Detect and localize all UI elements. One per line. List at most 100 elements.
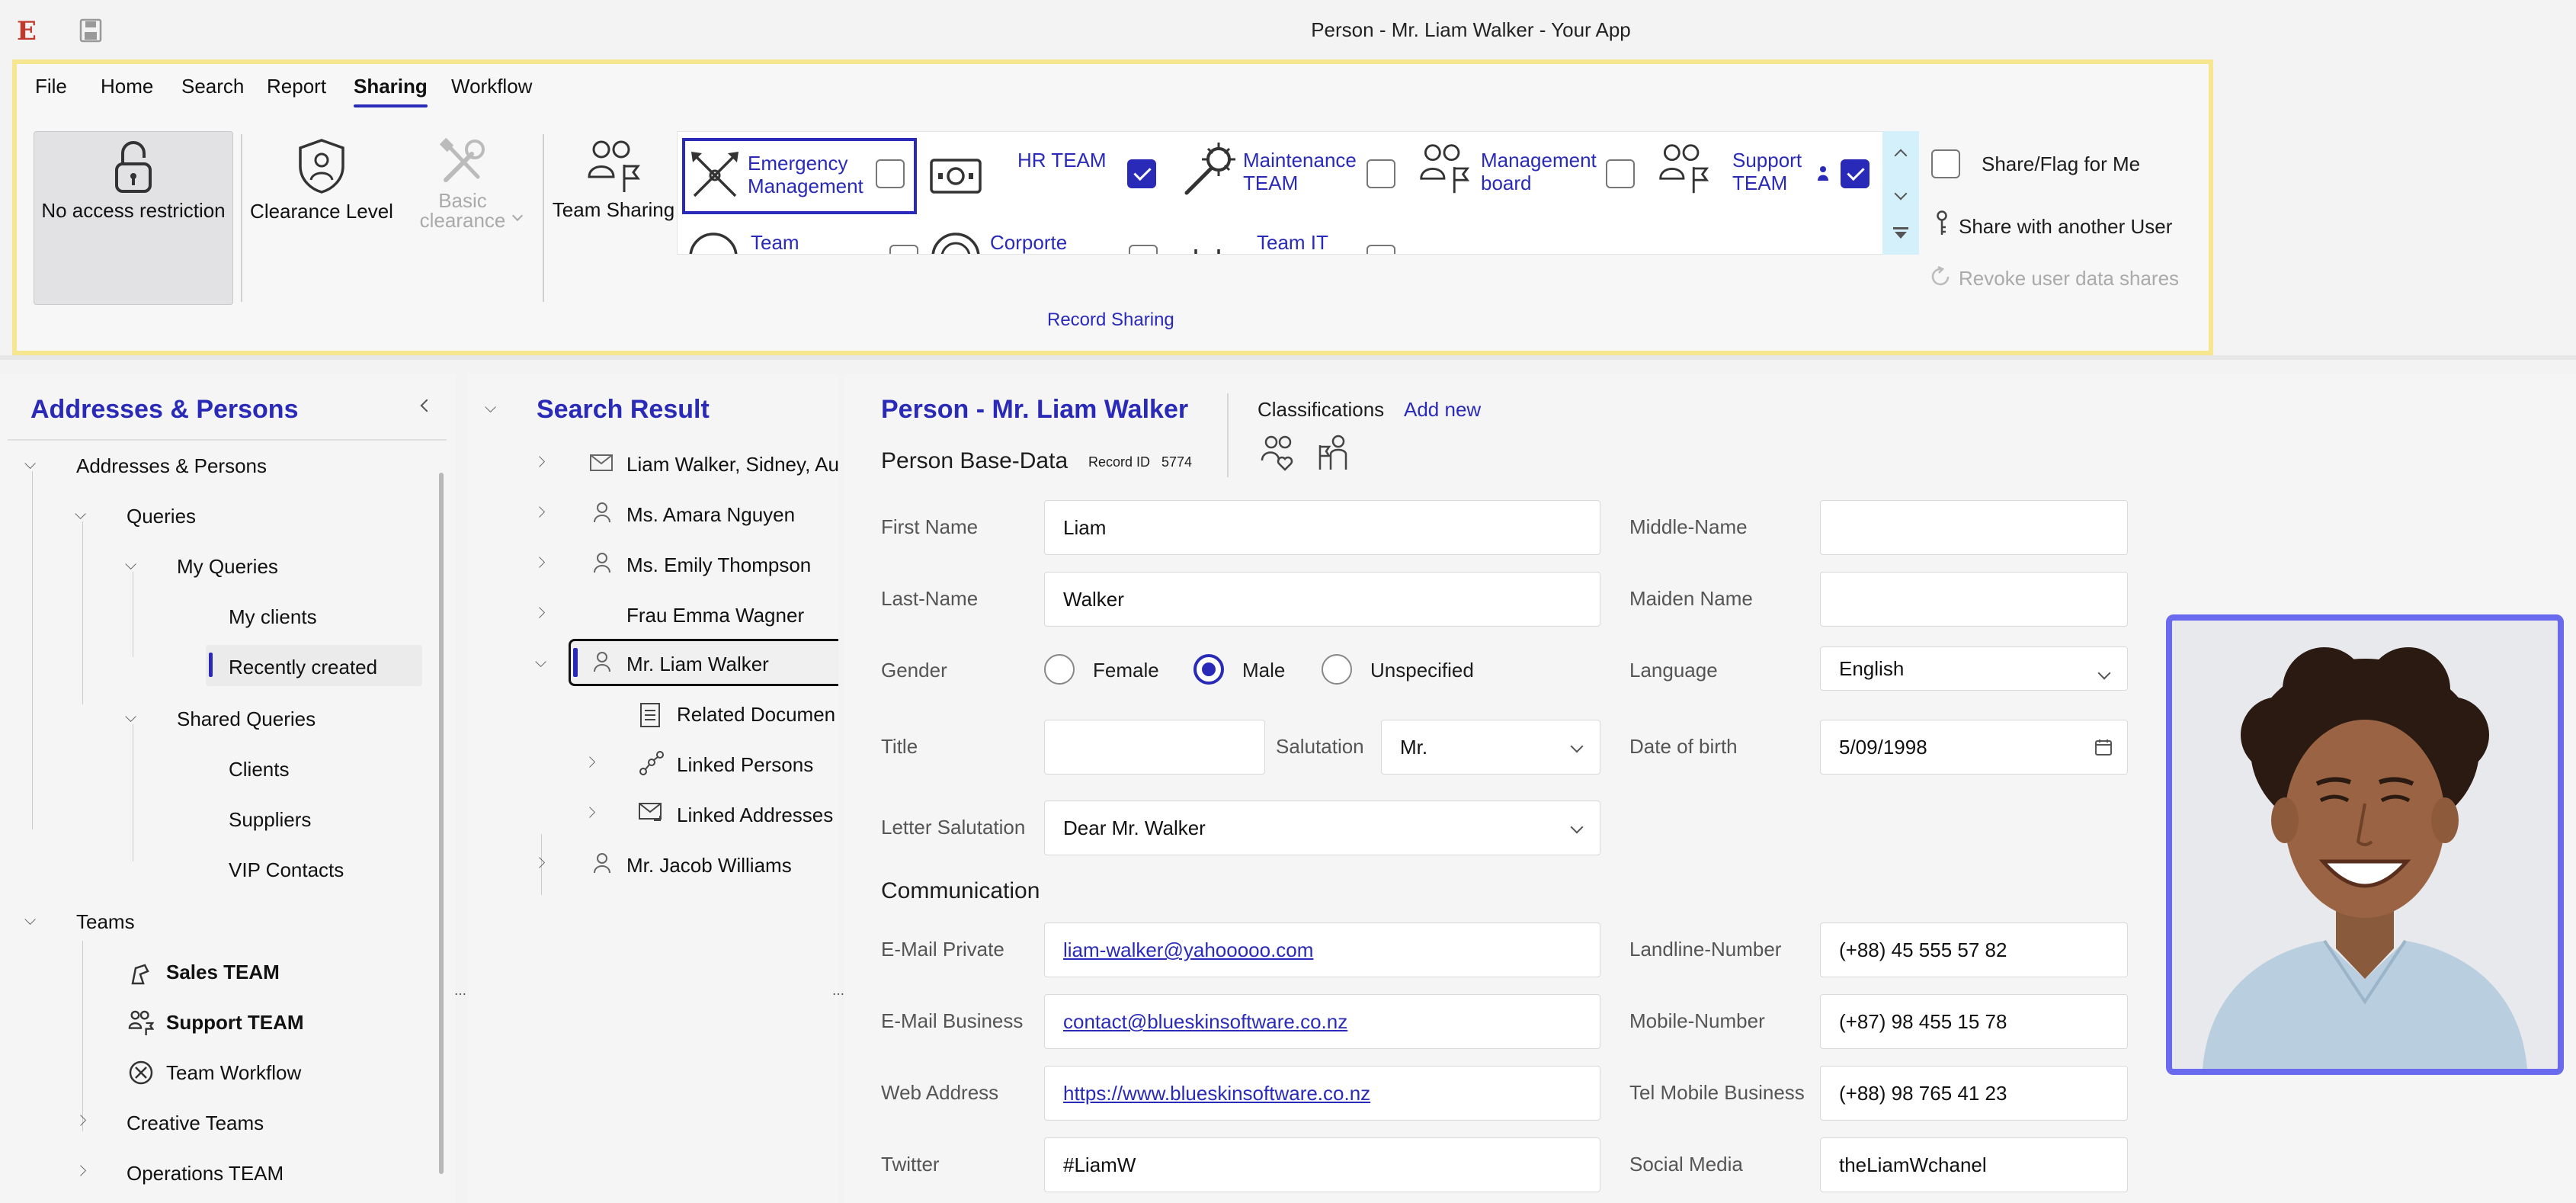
result-emily-thompson[interactable]: Ms. Emily Thompson <box>626 553 811 577</box>
gender-unspecified-radio[interactable] <box>1322 654 1352 685</box>
expand-chevron-icon[interactable]: ⌵ <box>125 709 136 727</box>
splitter-handle-icon[interactable]: ⋯ <box>832 986 844 1002</box>
basic-clearance-dropdown[interactable]: Basic clearance <box>398 137 527 230</box>
tree-creative-teams[interactable]: Creative Teams <box>127 1112 264 1135</box>
revoke-shares-button[interactable]: Revoke user data shares <box>1959 267 2179 290</box>
tree-shared-queries[interactable]: Shared Queries <box>177 707 316 731</box>
collapsed-chevron-icon[interactable]: ⌵ <box>532 557 549 568</box>
team-row2-checkbox[interactable] <box>889 245 918 254</box>
result-jacob-williams[interactable]: Mr. Jacob Williams <box>626 854 792 877</box>
tree-guide-line <box>82 521 83 704</box>
no-access-restriction-button[interactable]: No access restriction <box>34 131 233 305</box>
first-name-field[interactable]: Liam <box>1044 500 1600 555</box>
tree-recently-created[interactable]: Recently created <box>229 656 377 679</box>
expand-chevron-icon[interactable]: ⌵ <box>24 912 36 929</box>
menu-search[interactable]: Search <box>181 75 244 98</box>
result-liam-walker-address[interactable]: Liam Walker, Sidney, Au <box>626 453 838 476</box>
result-linked-persons[interactable]: Linked Persons <box>677 753 813 777</box>
middle-name-label: Middle-Name <box>1629 515 1748 538</box>
team-hr-checkbox[interactable] <box>1127 159 1156 188</box>
menu-workflow[interactable]: Workflow <box>451 75 532 98</box>
expand-chevron-icon[interactable]: ⌵ <box>75 506 86 524</box>
result-amara-nguyen[interactable]: Ms. Amara Nguyen <box>626 503 795 527</box>
splitter-handle-icon[interactable]: ⋯ <box>454 986 466 1002</box>
scroll-down-icon[interactable] <box>1894 187 1908 200</box>
gender-female-radio[interactable] <box>1044 654 1075 685</box>
team-sharing-button[interactable]: Team Sharing <box>549 137 678 222</box>
person-photo[interactable] <box>2166 614 2564 1075</box>
tree-sales-team[interactable]: Sales TEAM <box>166 961 280 984</box>
email-private-field[interactable]: liam-walker@yahooooo.com <box>1044 922 1600 977</box>
wrench-gear-icon <box>1181 140 1235 197</box>
menu-file[interactable]: File <box>35 75 67 98</box>
tree-team-workflow[interactable]: Team Workflow <box>166 1061 301 1085</box>
team-support-checkbox[interactable] <box>1841 159 1870 188</box>
collapsed-chevron-icon[interactable]: ⌵ <box>532 506 549 518</box>
tree-vip-contacts[interactable]: VIP Contacts <box>229 858 344 882</box>
letter-salutation-select[interactable]: Dear Mr. Walker <box>1044 800 1600 855</box>
dob-value: 5/09/1998 <box>1839 736 1927 759</box>
tree-clients[interactable]: Clients <box>229 758 289 781</box>
tree-queries[interactable]: Queries <box>127 505 196 528</box>
tree-operations-team[interactable]: Operations TEAM <box>127 1162 284 1185</box>
tree-addresses-persons[interactable]: Addresses & Persons <box>76 454 267 478</box>
collapsed-chevron-icon[interactable]: ⌵ <box>532 857 549 868</box>
expand-chevron-icon[interactable]: ⌵ <box>485 399 496 417</box>
expand-chevron-icon[interactable]: ⌵ <box>125 557 136 574</box>
collapsed-chevron-icon[interactable]: ⌵ <box>532 607 549 618</box>
tree-my-clients[interactable]: My clients <box>229 605 317 629</box>
email-business-field[interactable]: contact@blueskinsoftware.co.nz <box>1044 994 1600 1049</box>
web-address-field[interactable]: https://www.blueskinsoftware.co.nz <box>1044 1066 1600 1121</box>
maiden-name-field[interactable] <box>1820 572 2128 627</box>
team-emergency-checkbox[interactable] <box>876 159 905 188</box>
social-media-field[interactable]: theLiamWchanel <box>1820 1137 2128 1192</box>
tree-my-queries[interactable]: My Queries <box>177 555 278 579</box>
tel-business-field[interactable]: (+88) 98 765 41 23 <box>1820 1066 2128 1121</box>
tree-suppliers[interactable]: Suppliers <box>229 808 311 832</box>
clearance-level-button[interactable]: Clearance Level <box>245 137 398 223</box>
add-classification-link[interactable]: Add new <box>1404 398 1481 422</box>
team-corporate-checkbox[interactable] <box>1129 245 1158 254</box>
expand-chevron-icon[interactable]: ⌵ <box>24 456 36 473</box>
crossed-arrows-icon <box>688 149 742 202</box>
calendar-icon[interactable] <box>2095 739 2112 755</box>
group-heart-icon[interactable] <box>1261 435 1297 471</box>
tree-support-team[interactable]: Support TEAM <box>166 1011 304 1035</box>
language-select[interactable]: English <box>1820 646 2128 691</box>
mobile-field[interactable]: (+87) 98 455 15 78 <box>1820 994 2128 1049</box>
last-name-field[interactable]: Walker <box>1044 572 1600 627</box>
team-maintenance-checkbox[interactable] <box>1366 159 1395 188</box>
collapsed-chevron-icon[interactable]: ⌵ <box>73 1165 91 1176</box>
gender-male-radio[interactable] <box>1193 654 1224 685</box>
collapsed-chevron-icon[interactable]: ⌵ <box>582 807 600 818</box>
middle-name-field[interactable] <box>1820 500 2128 555</box>
salutation-select[interactable]: Mr. <box>1381 720 1600 775</box>
nav-scrollbar[interactable] <box>439 473 444 1174</box>
result-linked-addresses[interactable]: Linked Addresses <box>677 804 833 827</box>
tree-teams[interactable]: Teams <box>76 910 135 934</box>
collapsed-chevron-icon[interactable]: ⌵ <box>532 456 549 467</box>
collapsed-chevron-icon[interactable]: ⌵ <box>582 756 600 768</box>
menu-report[interactable]: Report <box>267 75 326 98</box>
expand-chevron-icon[interactable]: ⌵ <box>535 654 546 672</box>
menu-home[interactable]: Home <box>101 75 153 98</box>
landline-field[interactable]: (+88) 45 555 57 82 <box>1820 922 2128 977</box>
share-flag-checkbox[interactable] <box>1931 149 1960 178</box>
gallery-expand-icon[interactable] <box>1893 227 1908 239</box>
share-another-user-button[interactable]: Share with another User <box>1959 215 2172 239</box>
team-maintenance-label-2: TEAM <box>1243 172 1299 194</box>
team-management-checkbox[interactable] <box>1606 159 1635 188</box>
title-field[interactable] <box>1044 720 1265 775</box>
result-related-documents[interactable]: Related Documen <box>677 703 835 727</box>
result-emma-wagner[interactable]: Frau Emma Wagner <box>626 604 804 627</box>
team-it-checkbox[interactable] <box>1366 245 1395 254</box>
result-liam-walker[interactable]: Mr. Liam Walker <box>626 653 769 676</box>
twitter-field[interactable]: #LiamW <box>1044 1137 1600 1192</box>
person-flag-icon[interactable] <box>1317 435 1354 471</box>
collapsed-chevron-icon[interactable]: ⌵ <box>73 1115 91 1126</box>
scroll-up-icon[interactable] <box>1894 149 1908 162</box>
collapse-panel-icon[interactable] <box>420 399 434 412</box>
dob-field[interactable]: 5/09/1998 <box>1820 720 2128 775</box>
menu-sharing[interactable]: Sharing <box>354 75 428 107</box>
team-emergency-management[interactable]: Emergency Management <box>682 138 917 214</box>
